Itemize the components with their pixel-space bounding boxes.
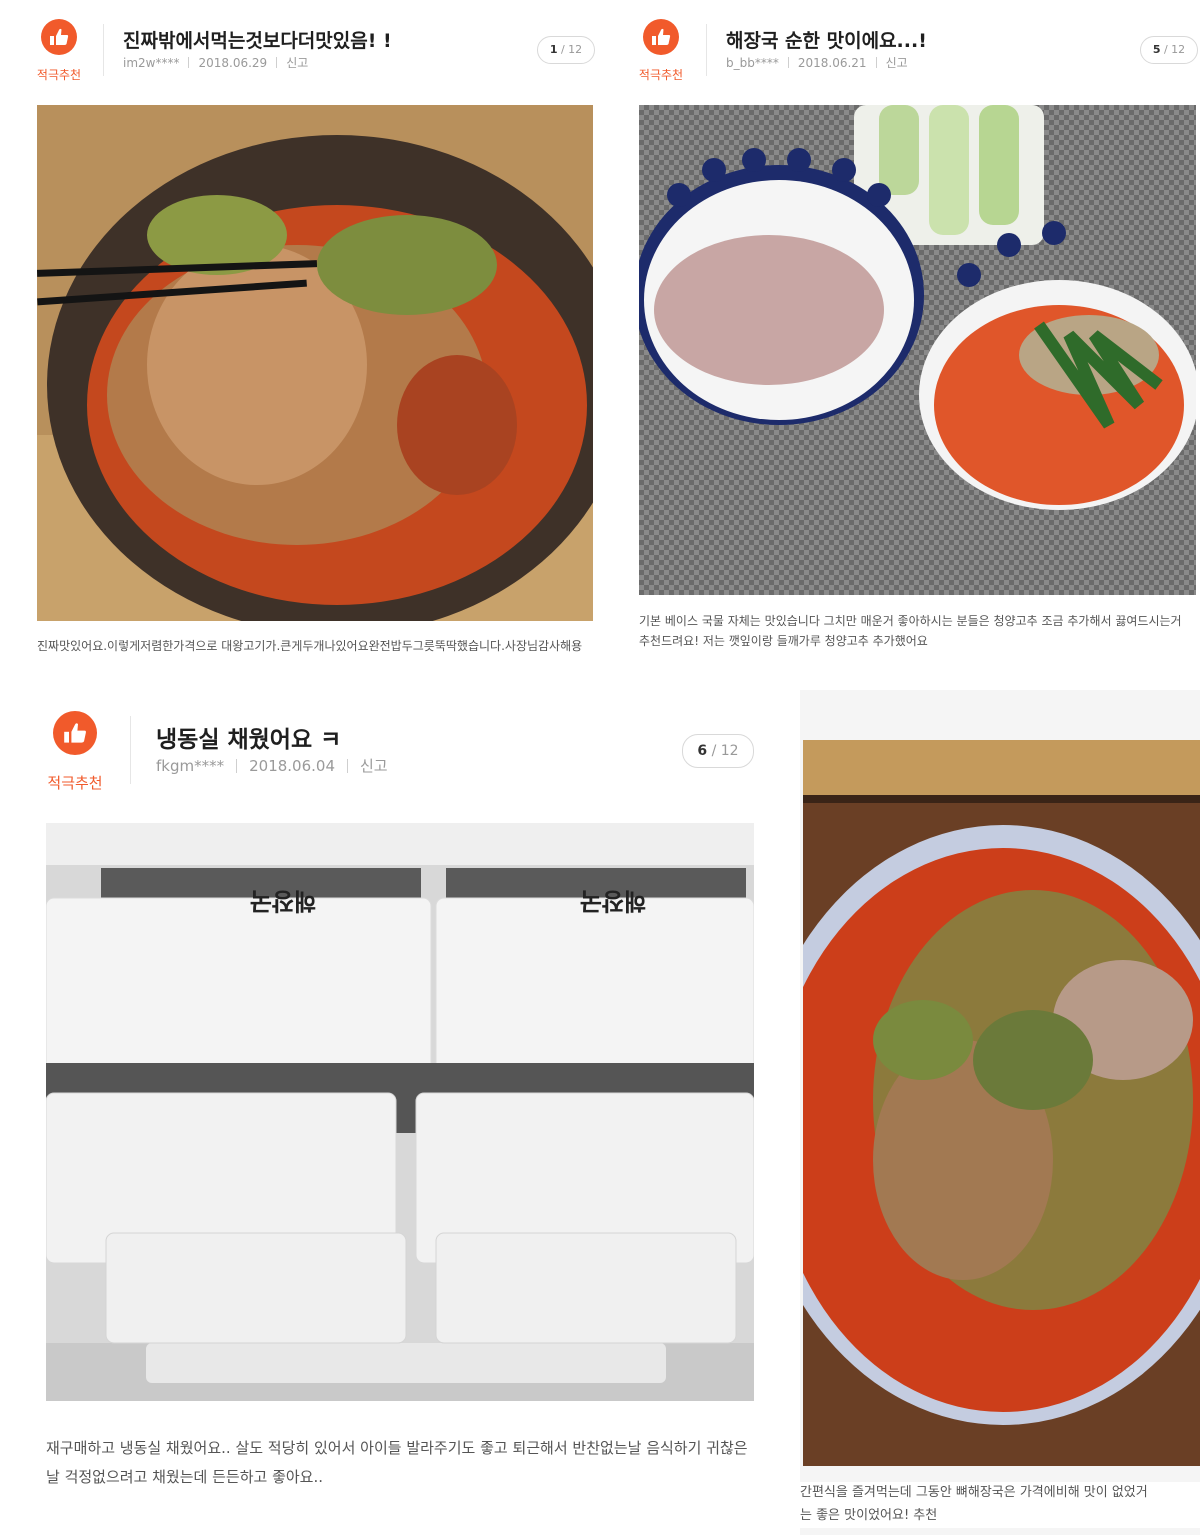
review-user: b_bb**** [726, 55, 779, 70]
review-card-1: 적극추천 진짜밖에서먹는것보다더맛있음! ! im2w**** 2018.06.… [0, 0, 600, 690]
review-photo[interactable] [639, 105, 1196, 595]
pager-current: 1 [549, 43, 558, 56]
pager-total: / 12 [711, 743, 739, 759]
review-text-line: 는 좋은 맛이었어요! 추천 [800, 1507, 938, 1523]
review-meta: fkgm**** 2018.06.04 신고 [156, 755, 388, 776]
thumbs-up-icon [50, 28, 69, 45]
photo-pager[interactable]: 5 / 12 [1140, 36, 1198, 64]
review-title: 진짜밖에서먹는것보다더맛있음! ! [123, 30, 392, 52]
review-text: 진짜맛있어요.이렇게저렴한가격으로 대왕고기가.큰게두개나있어요완전밥두그릇뚝딱… [37, 639, 583, 653]
container-label: 해장국 [580, 887, 646, 915]
review-user: fkgm**** [156, 756, 225, 775]
review-card-3: 적극추천 냉동실 채웠어요 ㅋ fkgm**** 2018.06.04 신고 6… [0, 690, 800, 1535]
review-photo[interactable]: 해장국 해장국 [46, 823, 754, 1401]
review-title: 해장국 순한 맛이에요...! [726, 30, 927, 52]
review-card-4: 간편식을 즐겨먹는데 그동안 뼈해장국은 가격에비해 맛이 없었거 는 좋은 맛… [800, 690, 1200, 1535]
pager-current: 6 [697, 743, 708, 759]
report-link[interactable]: 신고 [886, 54, 908, 71]
divider [130, 716, 131, 784]
photo-pager[interactable]: 6 / 12 [682, 734, 754, 768]
thumbs-up-icon [652, 28, 671, 45]
review-meta: b_bb**** 2018.06.21 신고 [726, 54, 908, 71]
rice-and-soup-image [639, 105, 1196, 595]
recommend-badge [53, 711, 97, 755]
recommend-badge [643, 19, 679, 55]
stew-pot-image [37, 105, 593, 621]
container-label: 해장국 [250, 887, 316, 915]
recommend-label: 적극추천 [638, 68, 684, 82]
review-date: 2018.06.04 [249, 756, 335, 775]
review-date: 2018.06.29 [198, 55, 268, 70]
review-text: 기본 베이스 국물 자체는 맛있습니다 그치만 매운거 좋아하시는 분들은 청양… [639, 614, 1182, 648]
review-photo[interactable] [37, 105, 593, 621]
pager-total: / 12 [560, 43, 583, 56]
recommend-badge [41, 19, 77, 55]
recommend-label: 적극추천 [47, 774, 103, 792]
review-text-line: 간편식을 즐겨먹는데 그동안 뼈해장국은 가격에비해 맛이 없었거 [800, 1485, 1148, 1500]
thumbs-up-icon [64, 723, 86, 743]
review-card-2: 적극추천 해장국 순한 맛이에요...! b_bb**** 2018.06.21… [600, 0, 1200, 690]
bone-soup-image [803, 740, 1200, 1466]
review-photo[interactable] [803, 740, 1200, 1466]
report-link[interactable]: 신고 [286, 54, 308, 71]
review-text: 재구매하고 냉동실 채웠어요.. 살도 적당히 있어서 아이들 발라주기도 좋고… [46, 1439, 748, 1487]
divider [706, 24, 707, 76]
pager-current: 5 [1152, 43, 1161, 56]
pager-total: / 12 [1163, 43, 1186, 56]
divider [103, 24, 104, 76]
review-text: 간편식을 즐겨먹는데 그동안 뼈해장국은 가격에비해 맛이 없었거 는 좋은 맛… [800, 1482, 1200, 1528]
report-link[interactable]: 신고 [360, 755, 388, 776]
review-title: 냉동실 채웠어요 ㅋ [156, 727, 342, 753]
recommend-label: 적극추천 [36, 68, 82, 82]
photo-pager[interactable]: 1 / 12 [537, 36, 595, 64]
review-meta: im2w**** 2018.06.29 신고 [123, 54, 308, 71]
review-user: im2w**** [123, 55, 180, 70]
review-date: 2018.06.21 [797, 55, 867, 70]
freezer-containers-image: 해장국 해장국 [46, 823, 754, 1401]
